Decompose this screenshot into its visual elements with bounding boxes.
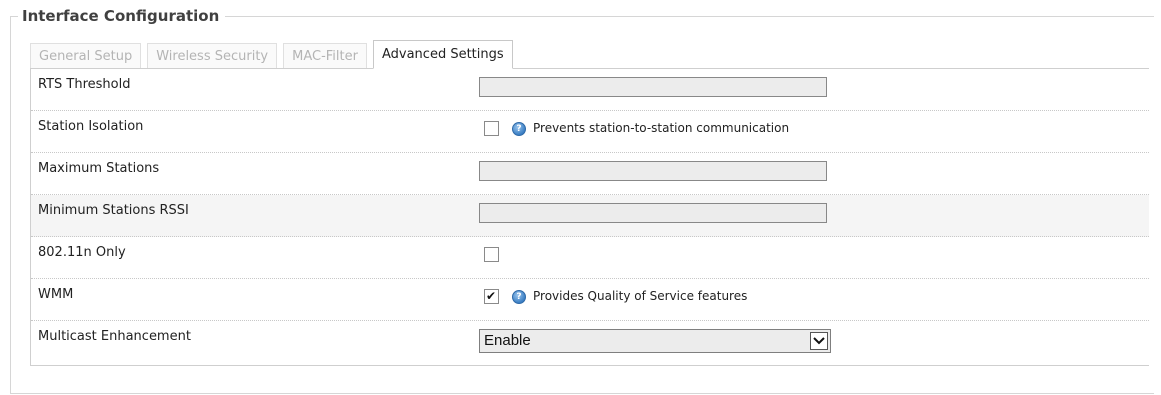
row-maximum-stations: Maximum Stations xyxy=(31,153,1149,195)
section-title: Interface Configuration xyxy=(18,6,226,26)
help-icon: ? xyxy=(512,122,526,136)
help-icon: ? xyxy=(512,290,526,304)
wmm-description: Provides Quality of Service features xyxy=(533,289,748,303)
tab-advanced-settings[interactable]: Advanced Settings xyxy=(372,40,513,69)
80211n-only-checkbox[interactable] xyxy=(484,247,499,262)
checkmark-icon: ✔ xyxy=(486,289,497,303)
row-station-isolation: Station Isolation ? Prevents station-to-… xyxy=(31,111,1149,153)
multicast-enhancement-select[interactable]: Enable xyxy=(479,329,831,353)
maximum-stations-input[interactable] xyxy=(479,161,827,181)
minimum-stations-rssi-label: Minimum Stations RSSI xyxy=(38,203,189,218)
row-wmm: WMM ✔ ? Provides Quality of Service feat… xyxy=(31,279,1149,321)
80211n-only-label: 802.11n Only xyxy=(38,245,126,260)
rts-threshold-label: RTS Threshold xyxy=(38,77,131,92)
tab-mac-filter[interactable]: MAC-Filter xyxy=(283,43,367,69)
station-isolation-checkbox[interactable] xyxy=(484,121,499,136)
station-isolation-description: Prevents station-to-station communicatio… xyxy=(533,121,790,135)
rts-threshold-input[interactable] xyxy=(479,77,827,97)
tab-bar: General Setup Wireless Security MAC-Filt… xyxy=(30,40,519,69)
station-isolation-label: Station Isolation xyxy=(38,119,144,134)
chevron-down-icon[interactable] xyxy=(810,332,828,350)
row-rts-threshold: RTS Threshold xyxy=(31,69,1149,111)
minimum-stations-rssi-input[interactable] xyxy=(479,203,827,223)
tab-general-setup[interactable]: General Setup xyxy=(30,43,142,69)
wmm-label: WMM xyxy=(38,287,74,302)
wmm-checkbox[interactable]: ✔ xyxy=(484,289,499,304)
maximum-stations-label: Maximum Stations xyxy=(38,161,160,176)
advanced-settings-panel: RTS Threshold Station Isolation ? Preven… xyxy=(30,68,1149,366)
row-minimum-stations-rssi: Minimum Stations RSSI xyxy=(31,195,1149,237)
multicast-enhancement-selected: Enable xyxy=(484,332,531,349)
multicast-enhancement-label: Multicast Enhancement xyxy=(38,329,191,344)
tab-wireless-security[interactable]: Wireless Security xyxy=(147,43,278,69)
row-80211n-only: 802.11n Only xyxy=(31,237,1149,279)
row-multicast-enhancement: Multicast Enhancement Enable xyxy=(31,321,1149,363)
